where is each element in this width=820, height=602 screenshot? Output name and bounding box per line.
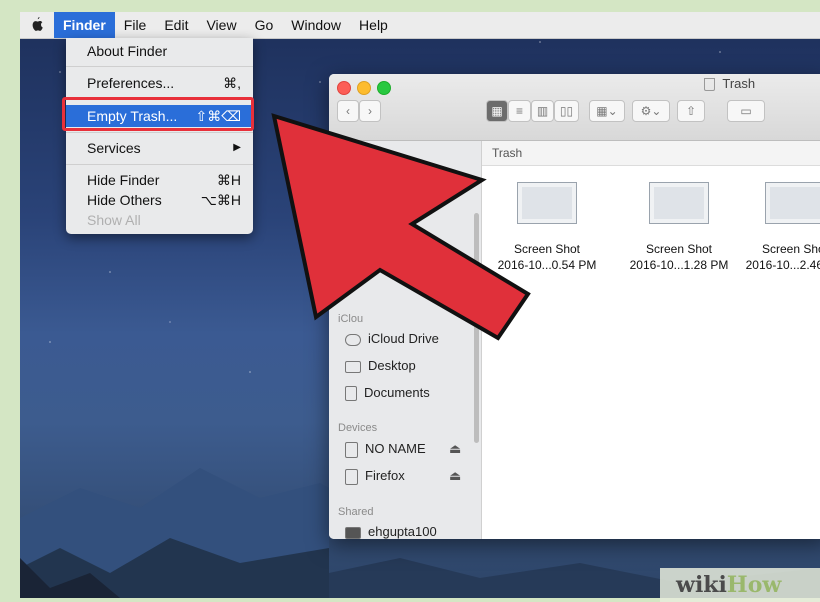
wikihow-watermark: wikiHow xyxy=(660,568,820,602)
red-arrow-icon xyxy=(271,113,531,341)
desktop-screenshot: Finder File Edit View Go Window Help Tra… xyxy=(20,12,820,598)
